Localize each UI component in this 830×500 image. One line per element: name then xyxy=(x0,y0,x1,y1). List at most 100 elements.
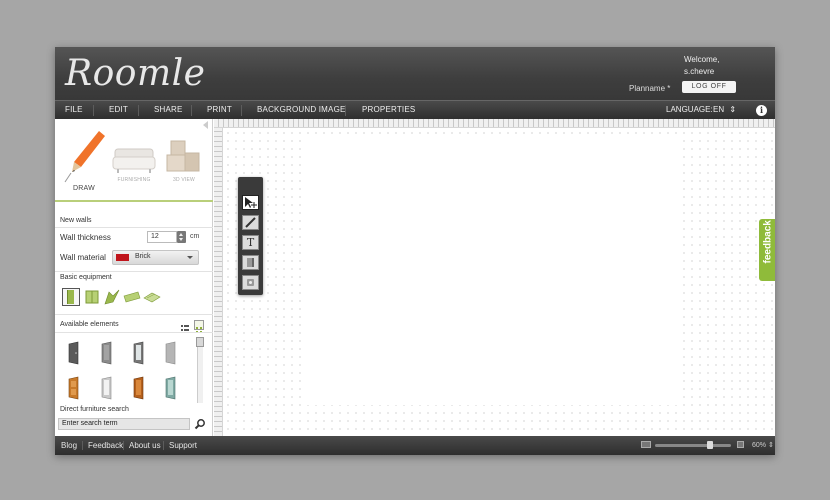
wall-material-select[interactable]: Brick xyxy=(112,250,199,265)
stairs-icon[interactable] xyxy=(103,288,121,306)
updown-arrow-icon: ⇕ xyxy=(767,442,774,449)
menu-file[interactable]: FILE xyxy=(65,101,83,120)
chevron-down-icon xyxy=(187,256,193,259)
stepper-up-icon[interactable] xyxy=(179,233,183,236)
floor-icon[interactable] xyxy=(123,288,141,306)
ruler-vertical xyxy=(214,128,223,436)
pencil-icon xyxy=(64,131,105,183)
sofa-icon xyxy=(112,148,156,173)
door-white-icon[interactable] xyxy=(100,376,114,400)
window-icon[interactable] xyxy=(83,288,101,306)
roomle-app: Roomle Welcome, s.chevre Planname * LOG … xyxy=(55,47,775,455)
updown-arrow-icon: ⇕ xyxy=(729,105,737,114)
basic-equipment-title: Basic equipment xyxy=(60,274,112,281)
roomle-logo[interactable]: Roomle xyxy=(65,53,205,94)
furniture-search-title: Direct furniture search xyxy=(60,406,129,413)
zoom-slider[interactable] xyxy=(655,444,731,447)
menu-bar: FILE EDIT SHARE PRINT BACKGROUND IMAGE P… xyxy=(55,100,775,119)
tabs-underline xyxy=(55,200,213,202)
menu-divider xyxy=(345,105,346,116)
info-icon[interactable]: i xyxy=(756,105,767,116)
furniture-search-input[interactable]: Enter search term xyxy=(58,418,190,430)
zoom-slider-thumb[interactable] xyxy=(706,441,713,449)
collapse-panel-icon[interactable] xyxy=(203,121,208,129)
app-header: Roomle Welcome, s.chevre Planname * LOG … xyxy=(55,47,775,100)
divider xyxy=(55,314,213,315)
wall-tool-icon[interactable] xyxy=(242,255,259,270)
wall-thickness-input[interactable]: 12 xyxy=(147,231,177,243)
door-wood-icon[interactable] xyxy=(67,376,81,400)
mode-tabs: DRAW FURNISHING 3D VIEW xyxy=(55,119,213,202)
list-view-icon[interactable] xyxy=(180,320,190,331)
divider xyxy=(55,227,213,228)
footer-link-feedback[interactable]: Feedback xyxy=(88,436,123,455)
menu-divider xyxy=(241,105,242,116)
tab-label: 3D VIEW xyxy=(173,177,195,183)
door-icon[interactable] xyxy=(62,288,80,306)
language-select[interactable]: EN ⇕ xyxy=(713,101,736,119)
wall-thickness-unit: cm xyxy=(190,233,200,240)
zoom-in-icon[interactable] xyxy=(737,441,744,448)
wall-material-value: Brick xyxy=(135,253,151,260)
stepper-down-icon[interactable] xyxy=(179,238,183,241)
pencil-tool-icon[interactable] xyxy=(242,215,259,230)
menu-share[interactable]: SHARE xyxy=(154,101,183,120)
ramp-icon[interactable] xyxy=(143,288,161,306)
elements-scroll-thumb[interactable] xyxy=(196,337,204,347)
divider xyxy=(55,332,213,333)
footer-link-support[interactable]: Support xyxy=(169,436,197,455)
new-walls-title: New walls xyxy=(60,217,92,224)
available-elements-title: Available elements xyxy=(60,321,119,328)
footer-link-about[interactable]: About us xyxy=(129,436,161,455)
app-footer: Blog Feedback About us Support 60% ⇕ xyxy=(55,436,775,455)
grid-view-icon[interactable] xyxy=(194,320,204,333)
planname-label[interactable]: Planname * xyxy=(629,84,670,93)
zoom-out-icon[interactable] xyxy=(641,441,651,448)
text-tool-glyph: T xyxy=(246,236,255,249)
door-wood-panel-icon[interactable] xyxy=(132,376,146,400)
ruler-horizontal xyxy=(214,119,775,128)
zoom-value: 60% xyxy=(752,442,767,449)
left-panel: DRAW FURNISHING 3D VIEW New walls Wall t… xyxy=(55,119,213,436)
language-value: EN xyxy=(713,105,725,114)
menu-properties[interactable]: PROPERTIES xyxy=(362,101,415,120)
menu-divider xyxy=(191,105,192,116)
tab-label: DRAW xyxy=(73,185,95,192)
tab-draw[interactable]: DRAW xyxy=(59,119,109,197)
footer-link-blog[interactable]: Blog xyxy=(61,436,77,455)
door-grey-icon[interactable] xyxy=(100,341,114,365)
footer-divider xyxy=(82,441,83,450)
menu-divider xyxy=(93,105,94,116)
search-icon[interactable] xyxy=(194,417,206,430)
eraser-tool-icon[interactable] xyxy=(242,275,259,290)
menu-divider xyxy=(138,105,139,116)
welcome-text: Welcome, xyxy=(684,55,720,64)
footer-divider xyxy=(163,441,164,450)
material-color-swatch xyxy=(116,254,129,261)
tab-furnishing[interactable]: FURNISHING xyxy=(109,119,159,197)
drawing-area[interactable] xyxy=(307,137,683,405)
menu-edit[interactable]: EDIT xyxy=(109,101,128,120)
tab-3d-view[interactable]: 3D VIEW xyxy=(159,119,209,197)
select-move-icon[interactable] xyxy=(242,195,259,210)
text-tool-icon[interactable]: T xyxy=(242,235,259,250)
menu-print[interactable]: PRINT xyxy=(207,101,232,120)
door-light-icon[interactable] xyxy=(164,341,178,365)
floorplan-canvas[interactable] xyxy=(214,119,775,436)
door-dark-icon[interactable] xyxy=(67,341,81,365)
zoom-select[interactable]: 60% ⇕ xyxy=(752,436,774,455)
drawing-toolbar: T xyxy=(238,177,263,295)
username: s.chevre xyxy=(684,67,715,76)
boxes-icon xyxy=(166,140,200,172)
wall-thickness-stepper[interactable] xyxy=(177,231,186,243)
door-teal-icon[interactable] xyxy=(164,376,178,400)
welcome-message: Welcome, s.chevre xyxy=(684,54,719,78)
menu-background-image[interactable]: BACKGROUND IMAGE xyxy=(257,101,346,120)
door-glass-icon[interactable] xyxy=(132,341,146,365)
tab-label: FURNISHING xyxy=(117,177,151,183)
wall-thickness-label: Wall thickness xyxy=(60,233,111,242)
language-label: LANGUAGE: xyxy=(666,105,713,114)
wall-material-label: Wall material xyxy=(60,253,106,262)
logoff-button[interactable]: LOG OFF xyxy=(682,81,736,93)
feedback-label[interactable]: feedback xyxy=(763,220,774,263)
